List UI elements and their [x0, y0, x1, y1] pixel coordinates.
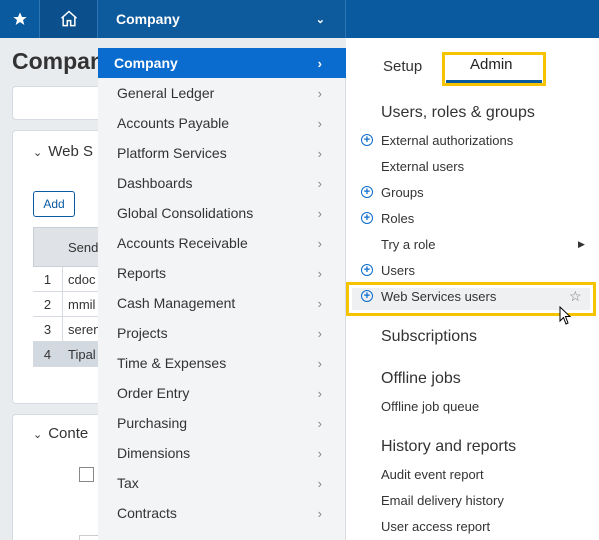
- page-title: Compan: [12, 48, 98, 74]
- menu-item-dimensions[interactable]: Dimensions ›: [98, 438, 346, 468]
- star-icon: [12, 12, 27, 25]
- menu-item-order-entry[interactable]: Order Entry ›: [98, 378, 346, 408]
- add-circle-icon[interactable]: +: [361, 186, 373, 198]
- company-menu-button[interactable]: Company ⌄: [98, 0, 346, 38]
- menu-item-platform-services[interactable]: Platform Services ›: [98, 138, 346, 168]
- menu-item-accounts-receivable[interactable]: Accounts Receivable ›: [98, 228, 346, 258]
- divider: [79, 535, 98, 540]
- web-services-section-header[interactable]: ⌄ Web S: [33, 143, 93, 160]
- chevron-right-icon: ›: [317, 115, 322, 131]
- chevron-right-icon: ›: [317, 265, 322, 281]
- top-card: [12, 86, 98, 120]
- module-menu: Company › General Ledger › Accounts Payabl…: [98, 48, 346, 540]
- chevron-right-icon: ›: [317, 415, 322, 431]
- background-page: Compan ⌄ Web S Add Send 1 cdoc 2 mmil 3 sere…: [0, 38, 98, 540]
- chevron-right-icon: ›: [317, 505, 322, 521]
- chevron-right-icon: ›: [317, 295, 322, 311]
- table-row[interactable]: 2 mmil: [33, 292, 98, 317]
- chevron-right-icon: ›: [317, 55, 322, 71]
- link-external-authorizations[interactable]: External authorizations: [381, 133, 513, 148]
- menu-item-time-expenses[interactable]: Time & Expenses ›: [98, 348, 346, 378]
- content-card: ⌄ Conte: [12, 414, 98, 540]
- company-submenu-panel: Setup Admin Users, roles & groups + Exte…: [346, 38, 599, 540]
- section-offline-jobs: Offline jobs: [381, 370, 461, 387]
- section-subscriptions: Subscriptions: [381, 328, 478, 345]
- chevron-right-icon: ›: [317, 355, 322, 371]
- add-circle-icon[interactable]: +: [361, 290, 373, 302]
- add-circle-icon[interactable]: +: [361, 134, 373, 146]
- favorites-button[interactable]: [0, 0, 40, 38]
- table-row[interactable]: 1 cdoc: [33, 267, 98, 292]
- menu-item-global-consolidations[interactable]: Global Consolidations ›: [98, 198, 346, 228]
- link-roles[interactable]: Roles: [381, 211, 414, 226]
- company-menu-label: Company: [116, 11, 180, 27]
- chevron-right-icon: ›: [317, 235, 322, 251]
- menu-item-general-ledger[interactable]: General Ledger ›: [98, 78, 346, 108]
- add-circle-icon[interactable]: +: [361, 264, 373, 276]
- mouse-pointer-icon: [559, 306, 572, 325]
- home-icon: [60, 10, 77, 27]
- link-offline-job-queue[interactable]: Offline job queue: [381, 399, 479, 414]
- link-external-users[interactable]: External users: [381, 159, 464, 174]
- chevron-right-icon: ›: [317, 445, 322, 461]
- chevron-down-icon: ⌄: [33, 147, 43, 159]
- chevron-right-icon: ›: [317, 175, 322, 191]
- menu-item-contracts[interactable]: Contracts ›: [98, 498, 346, 528]
- table-row[interactable]: 4 Tipal: [33, 342, 98, 367]
- star-outline-icon[interactable]: ☆: [569, 288, 582, 305]
- link-users[interactable]: Users: [381, 263, 415, 278]
- link-audit-event-report[interactable]: Audit event report: [381, 467, 484, 482]
- tab-setup[interactable]: Setup: [383, 58, 422, 75]
- chevron-right-icon: ›: [317, 475, 322, 491]
- content-section-header[interactable]: ⌄ Conte: [33, 425, 88, 442]
- table-row[interactable]: 3 seren: [33, 317, 98, 342]
- link-groups[interactable]: Groups: [381, 185, 424, 200]
- link-email-delivery-history[interactable]: Email delivery history: [381, 493, 504, 508]
- chevron-right-icon: ›: [317, 385, 322, 401]
- menu-item-accounts-payable[interactable]: Accounts Payable ›: [98, 108, 346, 138]
- menu-item-purchasing[interactable]: Purchasing ›: [98, 408, 346, 438]
- link-try-a-role[interactable]: Try a role: [381, 237, 435, 252]
- caret-right-icon: ▶: [578, 239, 585, 249]
- menu-item-company[interactable]: Company ›: [98, 48, 346, 78]
- link-web-services-users[interactable]: Web Services users: [381, 289, 496, 304]
- chevron-down-icon: ⌄: [315, 13, 325, 26]
- home-button[interactable]: [40, 0, 98, 38]
- menu-item-dashboards[interactable]: Dashboards ›: [98, 168, 346, 198]
- web-services-card: ⌄ Web S Add Send 1 cdoc 2 mmil 3 seren 4 Tipa…: [12, 130, 98, 404]
- add-circle-icon[interactable]: +: [361, 212, 373, 224]
- menu-item-reports[interactable]: Reports ›: [98, 258, 346, 288]
- menu-item-projects[interactable]: Projects ›: [98, 318, 346, 348]
- chevron-right-icon: ›: [317, 205, 322, 221]
- top-navigation-bar: Company ⌄: [0, 0, 599, 38]
- table-header: Send: [33, 227, 98, 267]
- chevron-down-icon: ⌄: [33, 429, 43, 441]
- active-tab-indicator: [446, 80, 542, 83]
- menu-item-cash-management[interactable]: Cash Management ›: [98, 288, 346, 318]
- chevron-right-icon: ›: [317, 145, 322, 161]
- checkbox[interactable]: [79, 467, 94, 482]
- link-user-access-report[interactable]: User access report: [381, 519, 490, 534]
- web-services-table: Send 1 cdoc 2 mmil 3 seren 4 Tipal: [33, 227, 98, 367]
- section-history-reports: History and reports: [381, 438, 517, 455]
- section-users-roles-groups: Users, roles & groups: [381, 104, 535, 121]
- tab-admin[interactable]: Admin: [470, 56, 513, 73]
- chevron-right-icon: ›: [317, 85, 322, 101]
- add-button[interactable]: Add: [33, 191, 75, 217]
- chevron-right-icon: ›: [317, 325, 322, 341]
- menu-item-tax[interactable]: Tax ›: [98, 468, 346, 498]
